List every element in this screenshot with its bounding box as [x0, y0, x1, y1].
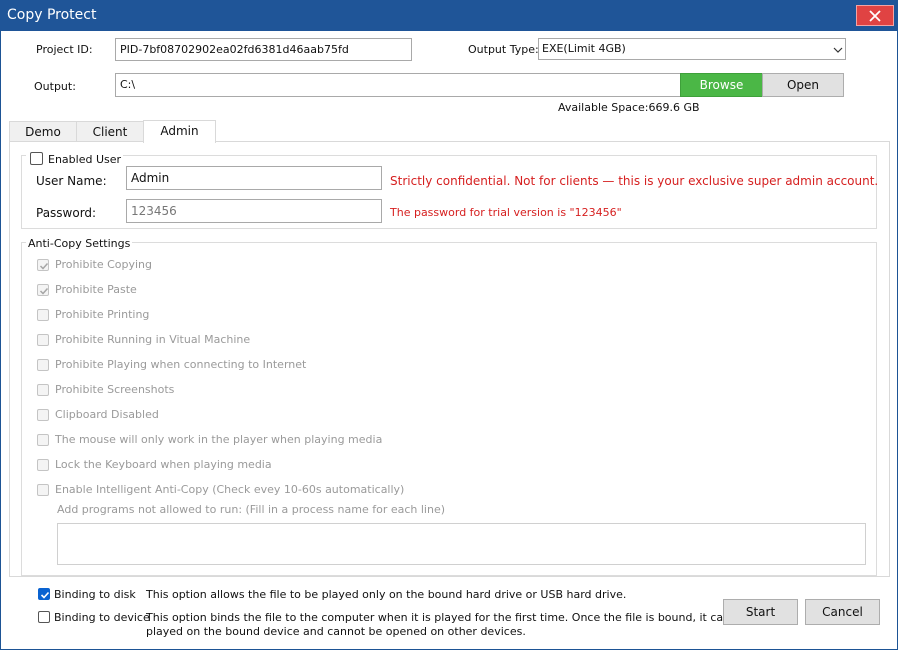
anti-copy-option-label: Prohibite Running in Vitual Machine: [55, 333, 251, 346]
output-type-select[interactable]: EXE(Limit 4GB): [538, 38, 846, 60]
window-title: Copy Protect: [7, 7, 97, 23]
username-note: Strictly confidential. Not for clients —…: [390, 174, 879, 188]
start-button[interactable]: Start: [723, 599, 798, 625]
anti-copy-checkbox[interactable]: [37, 334, 49, 346]
binding-device-description-line1: This option binds the file to the comput…: [146, 611, 775, 624]
anti-copy-checkbox[interactable]: [37, 484, 49, 496]
username-input[interactable]: Admin: [126, 166, 382, 190]
anti-copy-checkbox[interactable]: [37, 434, 49, 446]
anti-copy-option-label: Prohibite Playing when connecting to Int…: [55, 358, 307, 371]
binding-device-checkbox[interactable]: [38, 611, 50, 623]
enabled-user-label: Enabled User: [48, 153, 122, 166]
anti-copy-option-label: Enable Intelligent Anti-Copy (Check evey…: [55, 483, 405, 496]
anti-copy-option-label: Prohibite Printing: [55, 308, 150, 321]
output-label: Output:: [34, 80, 76, 93]
password-note: The password for trial version is "12345…: [390, 206, 622, 219]
open-button[interactable]: Open: [762, 73, 844, 97]
programs-textarea[interactable]: [57, 523, 866, 565]
binding-disk-checkbox[interactable]: [38, 588, 50, 600]
binding-device-description-line2: played on the bound device and cannot be…: [146, 625, 526, 638]
check-icon: [39, 287, 49, 295]
available-space-text: Available Space:669.6 GB: [558, 101, 700, 114]
anti-copy-checkbox[interactable]: [37, 459, 49, 471]
programs-label: Add programs not allowed to run: (Fill i…: [57, 503, 446, 516]
anti-copy-option-label: Lock the Keyboard when playing media: [55, 458, 272, 471]
anti-copy-option-label: The mouse will only work in the player w…: [55, 433, 383, 446]
password-label: Password:: [36, 206, 97, 220]
dialog-body: Project ID: PID-7bf08702902ea02fd6381d46…: [1, 31, 897, 649]
anti-copy-checkbox[interactable]: [37, 259, 49, 271]
chevron-down-icon: [833, 47, 843, 53]
password-input[interactable]: 123456: [126, 199, 382, 223]
anti-copy-checkbox[interactable]: [37, 359, 49, 371]
binding-disk-label[interactable]: Binding to disk: [54, 588, 136, 601]
close-button[interactable]: [856, 5, 894, 26]
anti-copy-option-label: Prohibite Screenshots: [55, 383, 175, 396]
anti-copy-option-label: Clipboard Disabled: [55, 408, 159, 421]
binding-disk-description: This option allows the file to be played…: [146, 588, 627, 601]
admin-tab-panel: Enabled User User Name: Admin Strictly c…: [9, 141, 890, 577]
anti-copy-checkbox[interactable]: [37, 284, 49, 296]
tab-demo[interactable]: Demo: [9, 121, 77, 142]
anti-copy-title: Anti-Copy Settings: [26, 237, 133, 250]
output-type-value: EXE(Limit 4GB): [542, 42, 626, 55]
close-icon: [869, 10, 881, 22]
enabled-user-toggle[interactable]: Enabled User: [26, 150, 124, 166]
anti-copy-option-label: Prohibite Paste: [55, 283, 137, 296]
anti-copy-checkbox[interactable]: [37, 384, 49, 396]
title-bar[interactable]: Copy Protect: [0, 0, 898, 31]
binding-device-label[interactable]: Binding to device: [54, 611, 150, 624]
username-label: User Name:: [36, 174, 107, 188]
enabled-user-checkbox[interactable]: [30, 152, 43, 165]
browse-button[interactable]: Browse: [680, 73, 763, 97]
copy-protect-window: Copy Protect Project ID: PID-7bf08702902…: [0, 0, 898, 650]
tab-admin[interactable]: Admin: [143, 120, 216, 143]
anti-copy-checkbox[interactable]: [37, 409, 49, 421]
project-id-label: Project ID:: [36, 43, 93, 56]
project-id-field[interactable]: PID-7bf08702902ea02fd6381d46aab75fd: [115, 38, 412, 61]
anti-copy-option-label: Prohibite Copying: [55, 258, 153, 271]
check-icon: [39, 262, 49, 270]
tab-client[interactable]: Client: [76, 121, 144, 142]
output-path-field[interactable]: C:\: [115, 73, 682, 97]
cancel-button[interactable]: Cancel: [805, 599, 880, 625]
anti-copy-checkbox[interactable]: [37, 309, 49, 321]
output-type-label: Output Type:: [468, 43, 539, 56]
check-icon: [40, 591, 50, 599]
